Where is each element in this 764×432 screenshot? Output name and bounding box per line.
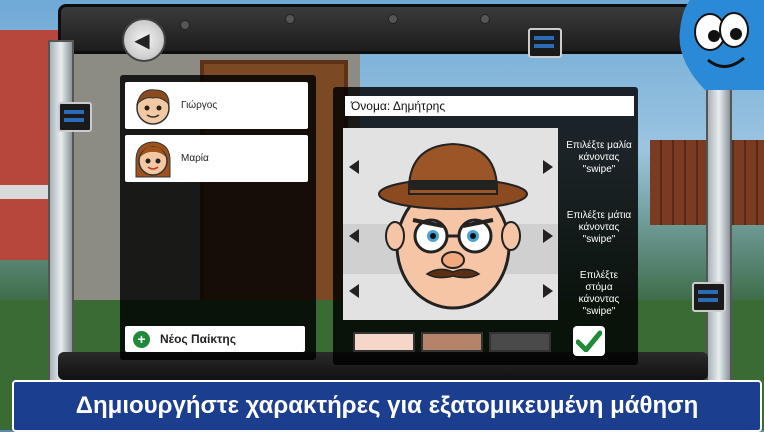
checkmark-icon [576, 330, 602, 352]
metal-plate [528, 28, 562, 58]
character-face-icon [343, 142, 558, 310]
player-item[interactable]: Γιώργος [125, 82, 308, 129]
character-name-label: Όνομα: Δημήτρης [351, 99, 446, 113]
player-item[interactable]: Μαρία [125, 135, 308, 182]
mouth-hint: Επιλέξτε στόμα κάνοντας "swipe" [578, 270, 620, 317]
plus-icon: + [133, 330, 150, 348]
mouth-prev-arrow[interactable] [349, 284, 359, 298]
back-arrow-icon: ◀ [134, 29, 150, 52]
confirm-button[interactable] [573, 326, 605, 356]
caption-banner: Δημιουργήστε χαρακτήρες για εξατομικευμέ… [12, 380, 762, 432]
player-name: Γιώργος [181, 100, 218, 111]
player-list-panel: Γιώργος Μαρία + Νέος Παίκτης [120, 75, 316, 360]
hair-next-arrow[interactable] [543, 160, 553, 174]
new-player-button[interactable]: + Νέος Παίκτης [125, 326, 305, 352]
character-name-field[interactable]: Όνομα: Δημήτρης [345, 96, 634, 116]
skin-color-swatch[interactable] [353, 332, 415, 352]
rivet-icon [180, 20, 190, 30]
hair-hint: Επιλέξτε μαλία κάνοντας "swipe" [566, 140, 632, 175]
skin-color-swatch[interactable] [489, 332, 551, 352]
caption-text: Δημιουργήστε χαρακτήρες για εξατομικευμέ… [75, 392, 699, 419]
hair-prev-arrow[interactable] [349, 160, 359, 174]
boy-avatar-icon [136, 88, 170, 125]
rivet-icon [388, 14, 398, 24]
metal-plate [692, 282, 726, 312]
character-preview [343, 128, 558, 320]
left-post [48, 40, 74, 384]
mascot-icon [679, 0, 764, 90]
metal-plate [58, 102, 92, 132]
player-name: Μαρία [181, 153, 209, 164]
eyes-hint: Επιλέξτε μάτια κάνοντας "swipe" [566, 210, 632, 245]
eyes-prev-arrow[interactable] [349, 229, 359, 243]
rivet-icon [285, 14, 295, 24]
girl-avatar-icon [135, 140, 171, 177]
right-post [706, 40, 732, 384]
mouth-next-arrow[interactable] [543, 284, 553, 298]
skin-color-swatch[interactable] [421, 332, 483, 352]
eyes-next-arrow[interactable] [543, 229, 553, 243]
rivet-icon [480, 14, 490, 24]
new-player-label: Νέος Παίκτης [160, 332, 236, 346]
back-button[interactable]: ◀ [122, 18, 166, 62]
